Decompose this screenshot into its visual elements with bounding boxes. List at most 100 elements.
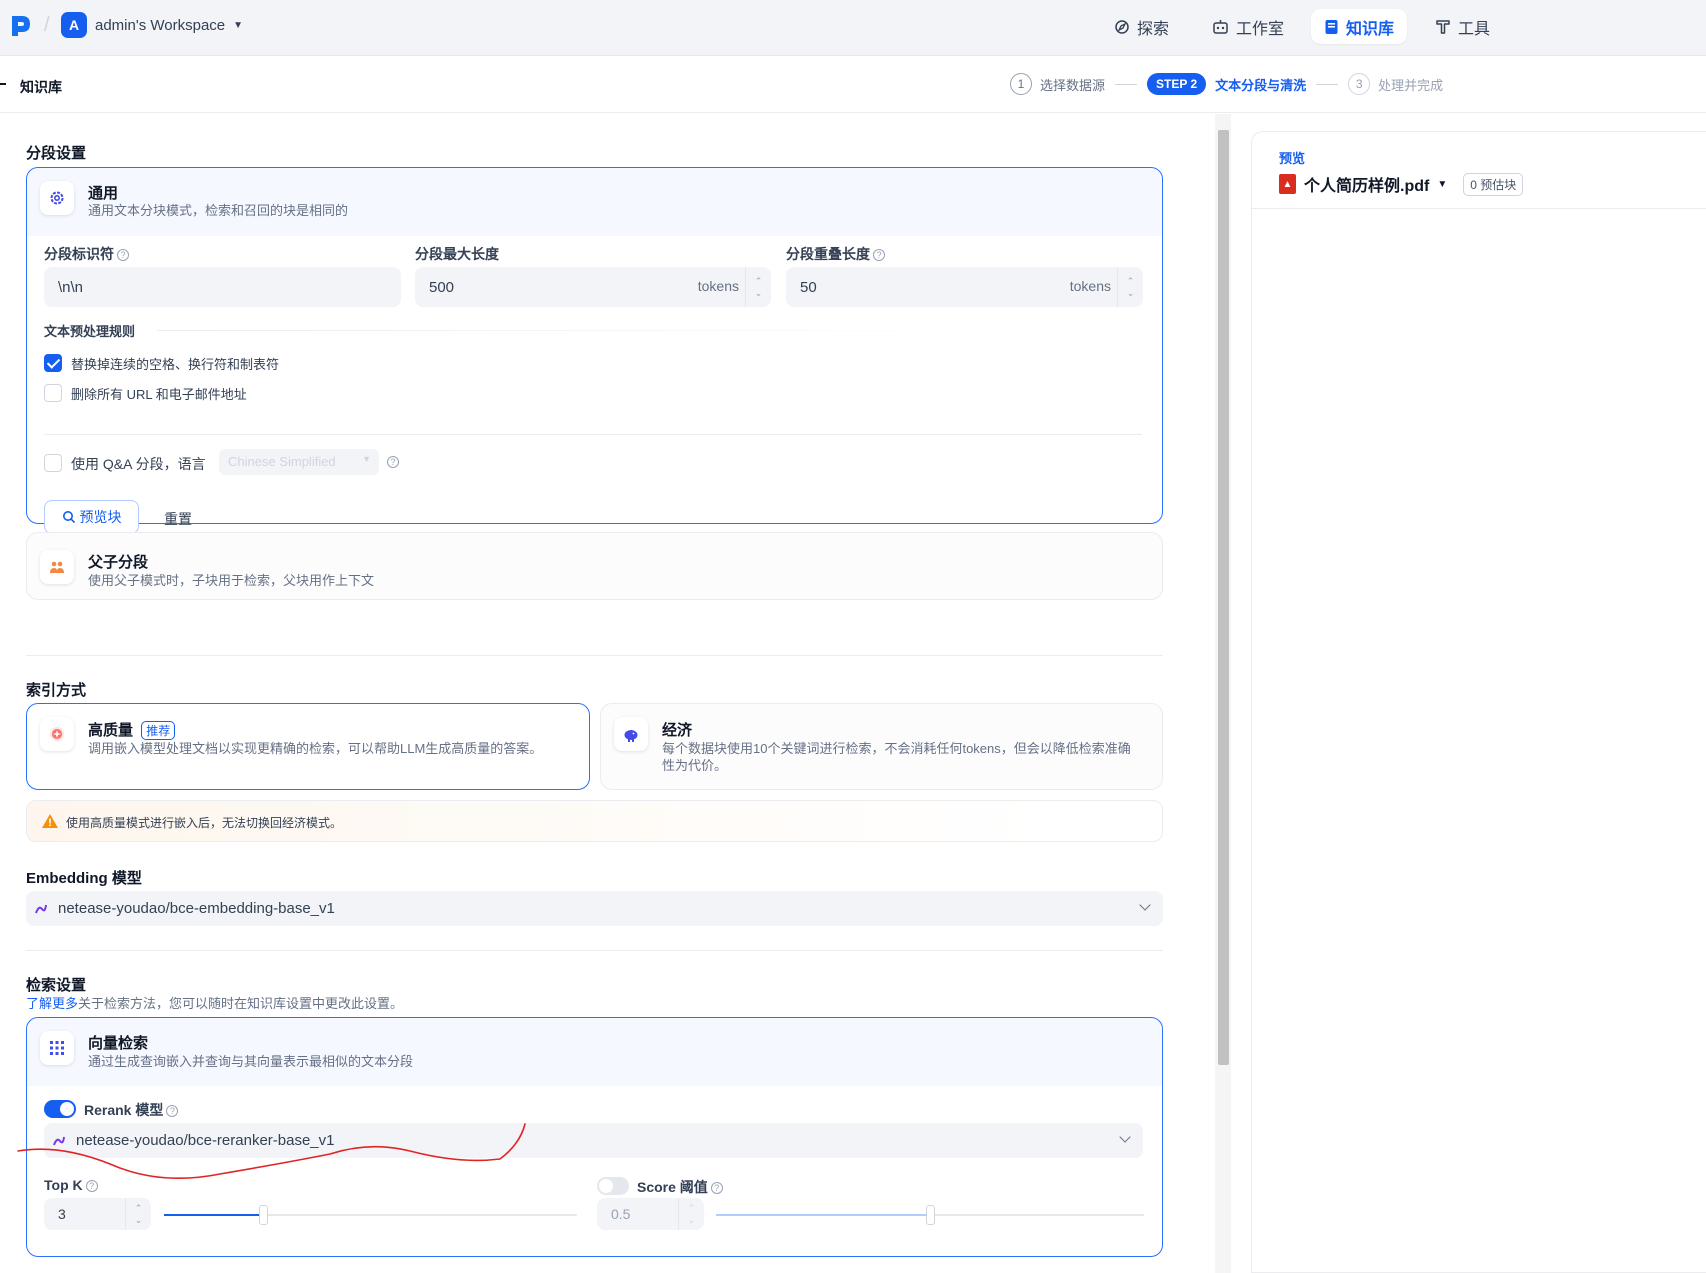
vector-search-card[interactable]: 向量检索 通过生成查询嵌入并查询与其向量表示最相似的文本分段 Rerank 模型… bbox=[26, 1017, 1163, 1257]
top-navigation-bar: / A admin's Workspace ▼ 探索 工作室 知识库 工具 bbox=[0, 0, 1706, 56]
model-provider-icon bbox=[35, 904, 47, 913]
nav-knowledge[interactable]: 知识库 bbox=[1311, 9, 1408, 44]
learn-more-link[interactable]: 了解更多 bbox=[26, 996, 78, 1011]
stepper-icon[interactable]: ⌃ ⌄ bbox=[1117, 267, 1143, 307]
help-icon: ? bbox=[117, 249, 129, 262]
retrieval-title: 检索设置 bbox=[26, 977, 87, 994]
overlap-label: 分段重叠长度? bbox=[786, 244, 885, 264]
nav-knowledge-label: 知识库 bbox=[1346, 20, 1395, 38]
segment-section-title: 分段设置 bbox=[26, 145, 87, 162]
score-slider-thumb[interactable] bbox=[926, 1205, 935, 1225]
overlap-unit: tokens bbox=[1069, 278, 1111, 294]
nav-tools[interactable]: 工具 bbox=[1422, 9, 1503, 44]
high-quality-title: 高质量 推荐 bbox=[88, 719, 176, 740]
book-icon bbox=[1325, 19, 1338, 34]
nav-explore[interactable]: 探索 bbox=[1101, 9, 1182, 44]
search-icon bbox=[62, 511, 75, 524]
chevron-down-icon: ▼ bbox=[362, 454, 371, 464]
back-icon[interactable] bbox=[0, 83, 6, 85]
rule-url-checkbox[interactable] bbox=[44, 384, 62, 402]
nav-studio[interactable]: 工作室 bbox=[1199, 9, 1297, 44]
warning-icon bbox=[42, 814, 58, 828]
preview-title: 预览 bbox=[1279, 151, 1306, 166]
warning-text: 使用高质量模式进行嵌入后，无法切换回经济模式。 bbox=[66, 816, 343, 830]
page-title[interactable]: 知识库 bbox=[20, 77, 62, 97]
overlap-input[interactable]: 50 tokens ⌃ ⌄ bbox=[786, 267, 1143, 307]
score-threshold-slider[interactable] bbox=[716, 1205, 1144, 1225]
warning-banner: 使用高质量模式进行嵌入后，无法切换回经济模式。 bbox=[26, 800, 1163, 842]
max-length-label: 分段最大长度 bbox=[415, 246, 499, 262]
score-threshold-label: Score 阈值? bbox=[637, 1177, 723, 1197]
preview-chunks-button[interactable]: 预览块 bbox=[44, 500, 139, 534]
score-threshold-value: 0.5 bbox=[611, 1206, 631, 1222]
stepper: 1 选择数据源 STEP 2 文本分段与清洗 3 处理并完成 bbox=[1010, 73, 1443, 95]
sparkle-icon bbox=[40, 717, 74, 751]
section-divider bbox=[26, 655, 1163, 656]
preview-chunks-label: 预览块 bbox=[79, 509, 122, 525]
pdf-file-icon: ▲ bbox=[1279, 174, 1296, 194]
general-desc: 通用文本分块模式，检索和召回的块是相同的 bbox=[88, 203, 349, 218]
parent-child-desc: 使用父子模式时，子块用于检索，父块用作上下文 bbox=[88, 573, 375, 588]
rule-whitespace-label: 替换掉连续的空格、换行符和制表符 bbox=[71, 357, 280, 372]
score-threshold-toggle[interactable] bbox=[597, 1177, 629, 1195]
max-length-input[interactable]: 500 tokens ⌃ ⌄ bbox=[415, 267, 771, 307]
top-k-slider[interactable] bbox=[164, 1205, 577, 1225]
vector-card-header bbox=[27, 1018, 1162, 1086]
stepper-icon[interactable]: ⌃ ⌄ bbox=[745, 267, 771, 307]
general-title: 通用 bbox=[88, 185, 119, 202]
workspace-avatar: A bbox=[61, 12, 87, 38]
rerank-label: Rerank 模型? bbox=[84, 1100, 179, 1120]
rule-url-label: 删除所有 URL 和电子邮件地址 bbox=[71, 387, 247, 402]
delimiter-value: \n\n bbox=[58, 278, 84, 296]
qa-language-value: Chinese Simplified bbox=[228, 454, 336, 469]
people-icon bbox=[40, 550, 74, 584]
preview-divider bbox=[1252, 208, 1706, 209]
help-icon: ? bbox=[166, 1105, 179, 1118]
rules-label: 文本预处理规则 bbox=[44, 324, 136, 339]
qa-language-select[interactable]: Chinese Simplified ▼ bbox=[219, 449, 379, 475]
preview-panel: 预览 ▲ 个人简历样例.pdf ▼ 0 预估块 bbox=[1251, 131, 1706, 1273]
chevron-down-icon bbox=[1139, 899, 1151, 911]
app-logo-icon[interactable] bbox=[10, 14, 32, 38]
rules-divider bbox=[157, 330, 997, 331]
embedding-model-value: netease-youdao/bce-embedding-base_v1 bbox=[58, 900, 335, 917]
score-threshold-input[interactable]: 0.5 ⌃ ⌄ bbox=[597, 1198, 704, 1230]
index-section-title: 索引方式 bbox=[26, 682, 87, 699]
step-1-label: 选择数据源 bbox=[1040, 77, 1106, 93]
delimiter-input[interactable]: \n\n bbox=[44, 267, 401, 307]
vector-desc: 通过生成查询嵌入并查询与其向量表示最相似的文本分段 bbox=[88, 1054, 414, 1069]
workspace-name: admin's Workspace bbox=[95, 16, 226, 34]
workspace-switcher[interactable]: A admin's Workspace ▼ bbox=[61, 12, 243, 38]
stepper-icon[interactable]: ⌃ ⌄ bbox=[125, 1198, 151, 1230]
top-k-slider-thumb[interactable] bbox=[259, 1205, 269, 1225]
step-1-number: 1 bbox=[1010, 73, 1032, 95]
help-icon: ? bbox=[710, 1182, 723, 1195]
rerank-toggle[interactable] bbox=[44, 1100, 76, 1118]
delimiter-label: 分段标识符? bbox=[44, 244, 129, 264]
embedding-model-select[interactable]: netease-youdao/bce-embedding-base_v1 bbox=[26, 891, 1163, 926]
parent-child-mode-card[interactable]: 父子分段 使用父子模式时，子块用于检索，父块用作上下文 bbox=[26, 532, 1163, 600]
preview-file-name: 个人简历样例.pdf bbox=[1304, 178, 1430, 195]
top-k-slider-fill bbox=[164, 1214, 264, 1216]
scrollbar-thumb[interactable] bbox=[1218, 130, 1229, 1065]
general-mode-card[interactable]: 通用 通用文本分块模式，检索和召回的块是相同的 分段标识符? \n\n 分段最大… bbox=[26, 167, 1163, 534]
rerank-model-select[interactable]: netease-youdao/bce-reranker-base_v1 bbox=[44, 1123, 1143, 1158]
reset-button[interactable]: 重置 bbox=[164, 509, 192, 529]
retrieval-desc: 了解更多关于检索方法，您可以随时在知识库设置中更改此设置。 bbox=[26, 996, 404, 1011]
preview-file-select[interactable]: ▲ 个人简历样例.pdf ▼ 0 预估块 bbox=[1279, 172, 1524, 196]
overlap-value: 50 bbox=[800, 278, 817, 296]
section-divider bbox=[26, 950, 1163, 951]
max-length-value: 500 bbox=[429, 278, 455, 296]
top-k-input[interactable]: 3 ⌃ ⌄ bbox=[44, 1198, 151, 1230]
economy-title: 经济 bbox=[662, 722, 693, 739]
rule-whitespace-checkbox[interactable] bbox=[44, 354, 62, 372]
stepper-icon[interactable]: ⌃ ⌄ bbox=[678, 1198, 704, 1230]
chevron-down-icon: ▼ bbox=[233, 19, 244, 31]
qa-checkbox[interactable] bbox=[44, 454, 62, 472]
rerank-model-value: netease-youdao/bce-reranker-base_v1 bbox=[76, 1132, 335, 1149]
qa-divider bbox=[44, 434, 1142, 435]
help-icon: ? bbox=[873, 249, 885, 262]
economy-option[interactable]: 经济 每个数据块使用10个关键词进行检索，不会消耗任何tokens，但会以降低检… bbox=[600, 703, 1163, 790]
high-quality-option[interactable]: 高质量 推荐 调用嵌入模型处理文档以实现更精确的检索，可以帮助LLM生成高质量的… bbox=[26, 703, 590, 790]
breadcrumb-separator: / bbox=[44, 14, 50, 36]
